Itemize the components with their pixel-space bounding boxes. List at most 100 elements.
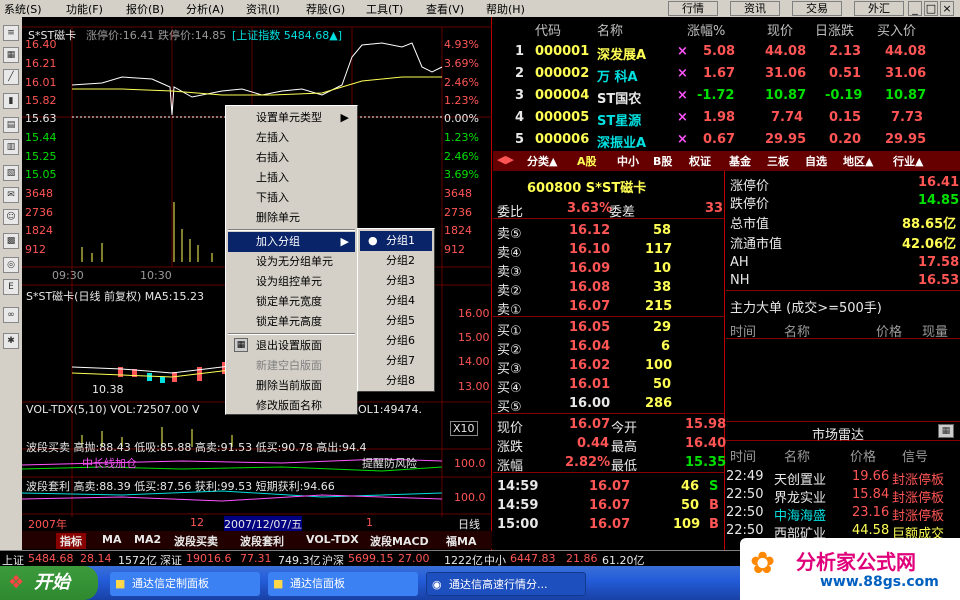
menu-delete-unit[interactable]: 删除单元 xyxy=(228,208,355,228)
tab-indicator[interactable]: 指标 xyxy=(56,533,86,549)
tab-region[interactable]: 地区▲ xyxy=(843,153,873,169)
tools-icon[interactable]: E xyxy=(3,279,19,295)
menu-set-group-control[interactable]: 设为组控单元 xyxy=(228,272,355,292)
menu-view[interactable]: 查看(V) xyxy=(426,1,464,17)
tab-wave-trade[interactable]: 波段买卖 xyxy=(174,533,218,549)
group-item-5[interactable]: 分组5 xyxy=(360,311,432,331)
table-icon[interactable]: ▤ xyxy=(3,117,19,133)
close-icon[interactable]: × xyxy=(940,1,954,16)
menu-exit-layout[interactable]: ▦ 退出设置版面 xyxy=(228,336,355,356)
settings-icon[interactable]: ✱ xyxy=(3,333,19,349)
start-button[interactable]: ❖ 开始 xyxy=(0,566,98,600)
menu-recommend[interactable]: 荐股(G) xyxy=(306,1,345,17)
forex-button[interactable]: 外汇 xyxy=(854,1,904,16)
tab-fu-ma[interactable]: 福MA xyxy=(446,533,476,549)
group-item-8[interactable]: 分组8 xyxy=(360,371,432,391)
tab-b-shares[interactable]: B股 xyxy=(653,153,672,169)
menu-insert-right[interactable]: 右插入 xyxy=(228,148,355,168)
tab-wave-arbitrage[interactable]: 波段套利 xyxy=(240,533,284,549)
table-row[interactable]: 4 000005 ST星源 × 1.98 7.74 0.15 7.73 xyxy=(493,108,960,130)
tab-a-shares[interactable]: A股 xyxy=(577,153,597,169)
menu-quote[interactable]: 报价(B) xyxy=(126,1,164,17)
col-header-bid[interactable]: 买入价 xyxy=(877,20,916,39)
menu-analysis[interactable]: 分析(A) xyxy=(186,1,224,17)
col-header-pct[interactable]: 涨幅% xyxy=(687,20,725,39)
task-panel[interactable]: ■ 通达信面板 xyxy=(268,572,418,596)
menu-delete-layout[interactable]: 删除当前版面 xyxy=(228,376,355,396)
menu-set-unit-type[interactable]: 设置单元类型 ▶ xyxy=(228,108,355,128)
table-row[interactable]: 1 000001 深发展A × 5.08 44.08 2.13 44.08 xyxy=(493,42,960,64)
users-icon[interactable]: ☺ xyxy=(3,209,19,225)
trade-button[interactable]: 交易 xyxy=(792,1,842,16)
tab-third-board[interactable]: 三板 xyxy=(767,153,789,169)
group-item-6[interactable]: 分组6 xyxy=(360,331,432,351)
vol-tick-right: 912 xyxy=(444,243,465,256)
col-header-change[interactable]: 日涨跌 xyxy=(815,20,854,39)
col-header-name[interactable]: 名称 xyxy=(597,20,623,39)
group-item-3[interactable]: 分组3 xyxy=(360,271,432,291)
menu-insert-top[interactable]: 上插入 xyxy=(228,168,355,188)
period-label[interactable]: 日线 xyxy=(458,516,480,532)
tab-sme[interactable]: 中小 xyxy=(617,153,639,169)
vol-scale-badge[interactable]: X10 xyxy=(450,421,478,436)
tab-vol-tdx[interactable]: VOL-TDX xyxy=(306,533,359,546)
vol-tick: 2736 xyxy=(25,206,53,219)
tab-ma2[interactable]: MA2 xyxy=(134,533,161,546)
menu-lock-width[interactable]: 锁定单元宽度 xyxy=(228,292,355,312)
report-icon[interactable]: ▧ xyxy=(3,165,19,181)
col-header-price[interactable]: 现价 xyxy=(767,20,793,39)
menu-help[interactable]: 帮助(H) xyxy=(486,1,525,17)
maximize-icon[interactable]: □ xyxy=(924,1,938,16)
group-item-2[interactable]: 分组2 xyxy=(360,251,432,271)
bid-row: 买③ 16.02 100 xyxy=(497,358,673,377)
menu-function[interactable]: 功能(F) xyxy=(66,1,103,17)
tab-prev-icon[interactable]: ◀▶ xyxy=(497,153,514,166)
menu-info[interactable]: 资讯(I) xyxy=(246,1,280,17)
vol-indicator-label: VOL-TDX(5,10) VOL:72507.00 V xyxy=(26,403,200,416)
mail-icon[interactable]: ✉ xyxy=(3,187,19,203)
price-tick: 15.82 xyxy=(25,94,57,107)
chart-bars-icon[interactable]: ▩ xyxy=(3,233,19,249)
logo-title: 分析家公式网 xyxy=(796,550,916,574)
tab-category[interactable]: 分类▲ xyxy=(527,153,557,169)
table-row[interactable]: 5 000006 深振业A × 0.67 29.95 0.20 29.95 xyxy=(493,130,960,152)
menu-rename-layout[interactable]: 修改版面名称 xyxy=(228,396,355,416)
col-header-code[interactable]: 代码 xyxy=(535,20,561,39)
candle-icon[interactable]: ▮ xyxy=(3,93,19,109)
globe-icon[interactable]: ◎ xyxy=(3,257,19,273)
group-item-1[interactable]: ● 分组1 xyxy=(360,231,432,251)
menu-add-to-group[interactable]: 加入分组 ▶ xyxy=(228,232,355,252)
summary-row: 涨跌 0.44 最高 16.40 xyxy=(497,436,727,455)
link-icon[interactable]: ∞ xyxy=(3,307,19,323)
group-item-7[interactable]: 分组7 xyxy=(360,351,432,371)
tab-watchlist[interactable]: 自选 xyxy=(805,153,827,169)
tab-fund[interactable]: 基金 xyxy=(729,153,751,169)
tick-row: 14:59 16.07 50 B xyxy=(497,498,719,513)
menu-insert-left[interactable]: 左插入 xyxy=(228,128,355,148)
news-button[interactable]: 资讯 xyxy=(730,1,780,16)
task-custom-panel[interactable]: ■ 通达信定制面板 xyxy=(110,572,260,596)
line-chart-icon[interactable]: ╱ xyxy=(3,69,19,85)
tab-ma[interactable]: MA xyxy=(102,533,121,546)
grid-icon[interactable]: ▦ xyxy=(3,47,19,63)
group-item-4[interactable]: 分组4 xyxy=(360,291,432,311)
quote-button[interactable]: 行情 xyxy=(668,1,718,16)
menu-lock-height[interactable]: 锁定单元高度 xyxy=(228,312,355,332)
submenu-arrow-icon: ▶ xyxy=(340,111,349,124)
task-quote-app[interactable]: ◉ 通达信高速行情分... xyxy=(426,572,586,596)
list-icon[interactable]: ≡ xyxy=(3,25,19,41)
menu-system[interactable]: 系统(S) xyxy=(4,1,42,17)
tab-industry[interactable]: 行业▲ xyxy=(893,153,923,169)
menu-set-no-group[interactable]: 设为无分组单元 xyxy=(228,252,355,272)
radar-settings-icon[interactable]: ▦ xyxy=(938,424,954,438)
minimize-icon[interactable]: _ xyxy=(908,1,922,16)
radar-row: 22:50 界龙实业 15.84 封涨停板 xyxy=(726,487,945,506)
table-row[interactable]: 3 000004 ST国农 × -1.72 10.87 -0.19 10.87 xyxy=(493,86,960,108)
menu-tools[interactable]: 工具(T) xyxy=(366,1,403,17)
tab-wave-macd[interactable]: 波段MACD xyxy=(370,533,429,549)
date-year: 2007年 xyxy=(28,518,67,531)
doc-icon[interactable]: ▥ xyxy=(3,139,19,155)
tab-warrant[interactable]: 权证 xyxy=(689,153,711,169)
table-row[interactable]: 2 000002 万 科A × 1.67 31.06 0.51 31.06 xyxy=(493,64,960,86)
menu-insert-bottom[interactable]: 下插入 xyxy=(228,188,355,208)
